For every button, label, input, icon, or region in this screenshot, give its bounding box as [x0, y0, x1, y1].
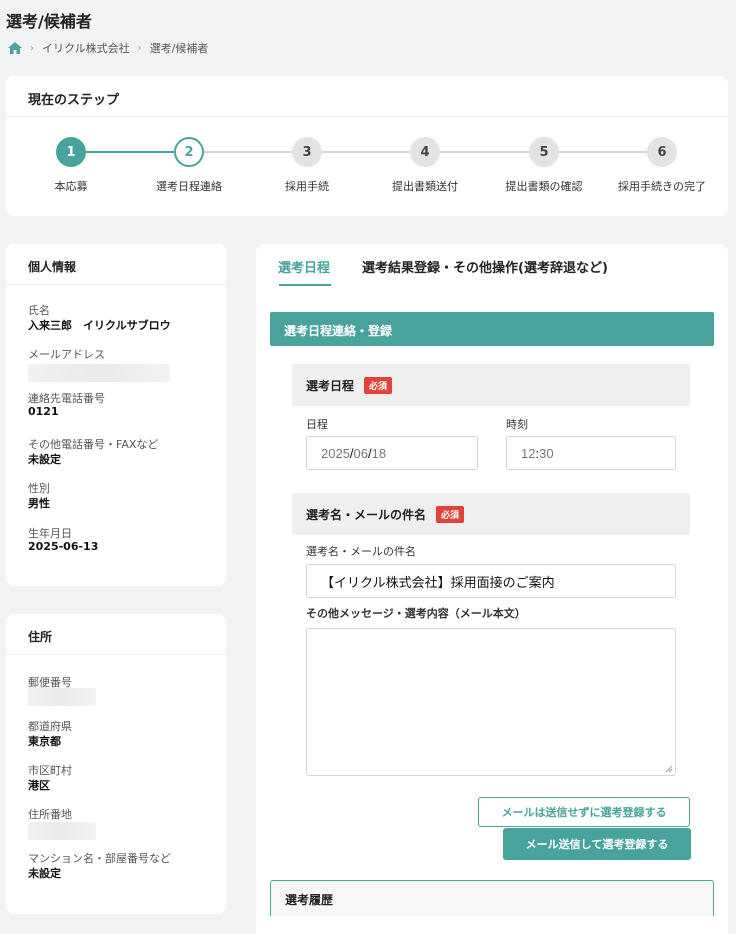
message-label: その他メッセージ・選考内容（メール本文）	[306, 607, 526, 620]
step-label-6: 採用手続きの完了	[618, 180, 706, 193]
required-badge: 必須	[364, 376, 393, 394]
tab-result-registration[interactable]: 選考結果登録・その他操作(選考辞退など)	[362, 257, 608, 276]
other-phone-label: その他電話番号・FAXなど	[28, 438, 159, 451]
schedule-title: 選考日程	[306, 378, 355, 393]
step-6: 6	[647, 137, 677, 167]
breadcrumb-separator-icon: ›	[137, 42, 142, 54]
subject-label: 選考名・メールの件名	[306, 545, 416, 558]
birth-value: 2025-06-13	[28, 540, 99, 553]
birth-label: 生年月日	[28, 527, 72, 540]
schedule-subheader: 選考日程 必須	[292, 364, 690, 406]
personal-info-title: 個人情報	[28, 260, 77, 274]
building-value: 未設定	[28, 867, 61, 880]
time-input[interactable]: 12:30	[506, 436, 676, 470]
step-5: 5	[529, 137, 559, 167]
name-label: 氏名	[28, 304, 50, 317]
address-title: 住所	[28, 630, 53, 644]
gender-label: 性別	[28, 482, 50, 495]
resize-handle-icon[interactable]	[665, 765, 673, 773]
divider	[6, 116, 728, 117]
divider	[6, 284, 226, 285]
step-label-1: 本応募	[54, 180, 88, 193]
prefecture-value: 東京都	[28, 735, 61, 748]
date-year: 2025	[321, 445, 350, 461]
required-badge: 必須	[436, 505, 465, 523]
postal-value-redacted	[28, 688, 96, 706]
steps-title: 現在のステップ	[28, 93, 120, 108]
building-label: マンション名・部屋番号など	[28, 852, 171, 865]
section-header: 選考日程連絡・登録	[270, 312, 714, 346]
time-label: 時刻	[506, 418, 528, 431]
gender-value: 男性	[28, 497, 50, 510]
page-title: 選考/候補者	[6, 12, 92, 31]
step-label-3: 採用手続	[285, 180, 329, 193]
phone-value: 0121	[28, 405, 59, 418]
schedule-card: 選考日程 選考結果登録・その他操作(選考辞退など) 選考日程連絡・登録 選考日程…	[256, 244, 728, 934]
subject-input[interactable]: 【イリクル株式会社】採用面接のご案内	[306, 564, 676, 598]
tab-schedule[interactable]: 選考日程	[278, 257, 330, 276]
message-textarea[interactable]	[306, 628, 676, 776]
register-without-mail-button[interactable]: メールは送信せずに選考登録する	[478, 797, 690, 827]
step-label-5: 提出書類の確認	[505, 180, 583, 193]
home-icon[interactable]	[8, 42, 22, 54]
personal-info-card: 個人情報 氏名 入来三郎 イリクルサブロウ メールアドレス 連絡先電話番号 01…	[6, 244, 226, 586]
tab-active-indicator	[279, 284, 331, 286]
subject-title: 選考名・メールの件名	[306, 507, 427, 522]
other-phone-value: 未設定	[28, 453, 61, 466]
street-value-redacted	[28, 822, 96, 840]
phone-label: 連絡先電話番号	[28, 392, 105, 405]
step-label-2: 選考日程連絡	[156, 180, 222, 193]
time-hour: 12	[521, 445, 536, 461]
step-label-4: 提出書類送付	[392, 180, 458, 193]
breadcrumb-item-current: 選考/候補者	[149, 42, 209, 55]
address-card: 住所 郵便番号 都道府県 東京都 市区町村 港区 住所番地 マンション名・部屋番…	[6, 614, 226, 914]
date-day: 18	[371, 445, 387, 461]
time-minute: 30	[539, 445, 554, 461]
email-value-redacted	[28, 364, 170, 382]
date-month: 06	[353, 445, 369, 461]
breadcrumb-item-company[interactable]: イリクル株式会社	[42, 40, 130, 56]
step-2: 2	[174, 137, 204, 167]
street-label: 住所番地	[28, 808, 72, 821]
step-4: 4	[410, 137, 440, 167]
name-value: 入来三郎 イリクルサブロウ	[28, 319, 171, 332]
date-input[interactable]: 2025/06/18	[306, 436, 478, 470]
subject-subheader: 選考名・メールの件名 必須	[292, 493, 690, 535]
history-header: 選考履歴	[270, 880, 714, 916]
divider	[6, 654, 226, 655]
steps-card: 現在のステップ	[6, 76, 728, 216]
email-label: メールアドレス	[28, 348, 105, 361]
city-label: 市区町村	[28, 764, 72, 777]
city-value: 港区	[28, 779, 50, 792]
date-label: 日程	[306, 418, 328, 431]
register-with-mail-button[interactable]: メール送信して選考登録する	[503, 828, 691, 860]
breadcrumb: › イリクル株式会社 › 選考/候補者	[8, 40, 208, 56]
prefecture-label: 都道府県	[28, 720, 72, 733]
breadcrumb-separator-icon: ›	[30, 42, 34, 54]
step-1: 1	[56, 137, 86, 167]
step-3: 3	[292, 137, 322, 167]
